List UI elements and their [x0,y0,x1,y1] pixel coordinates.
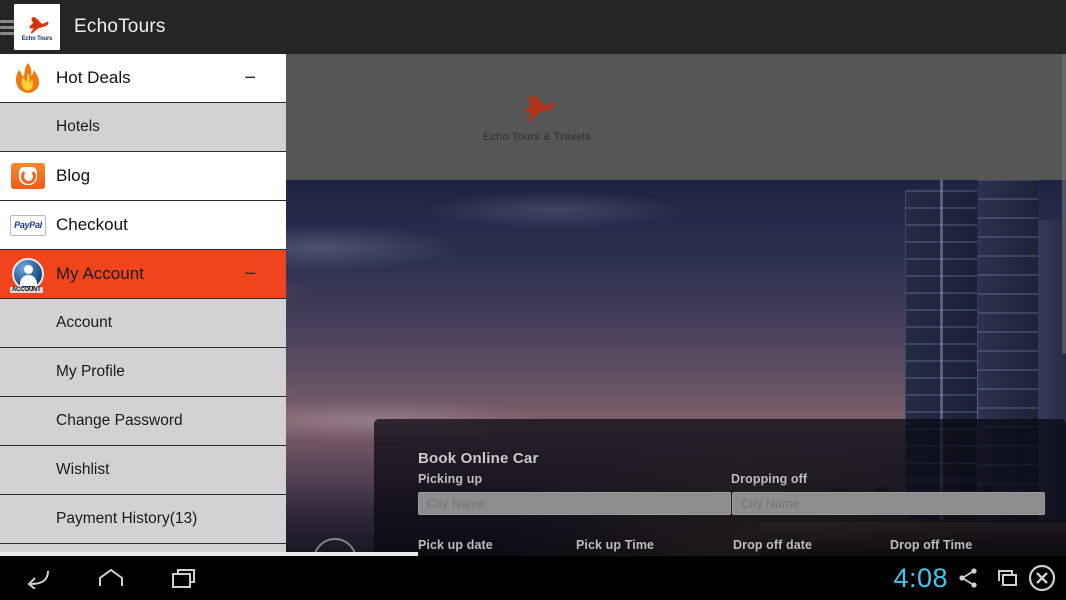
drawer-item-payment-history-13[interactable]: Payment History(13) [0,495,286,544]
pick-up-time-label: Pick up Time [576,538,655,552]
drawer-item-hotels[interactable]: Hotels [0,103,286,152]
collapse-minus-icon[interactable]: − [244,68,256,88]
back-arrow-icon[interactable] [22,567,52,589]
picking-up-label: Picking up [418,472,483,486]
echo-tours-bird-icon [29,16,49,33]
dropping-off-input[interactable] [732,492,1045,515]
status-clock: 4:08 [893,562,948,593]
drawer-item-label: Hotels [56,118,100,135]
drawer-item-wishlist[interactable]: Wishlist [0,446,286,495]
android-screen: Echo Tours EchoTours Echo Tours & Travel… [0,0,1066,600]
booking-form-title: Book Online Car [418,450,539,467]
page-load-progress [0,552,418,556]
drawer-item-change-password[interactable]: Change Password [0,397,286,446]
recent-apps-icon[interactable] [170,567,198,589]
dropping-off-label: Dropping off [731,472,808,486]
drawer-item-label: Hot Deals [56,68,131,87]
drawer-item-label: My Profile [56,363,125,380]
home-icon[interactable] [96,567,126,589]
screen-cast-icon[interactable] [994,566,1020,590]
account-badge-label: ACCOUNT [10,287,43,293]
hamburger-icon[interactable] [0,19,14,35]
drawer-item-label: Checkout [56,215,128,234]
drawer-item-label: Change Password [56,412,183,429]
collapse-minus-icon[interactable]: − [244,264,256,284]
site-name: Echo Tours & Travels [483,131,591,143]
drawer-item-label: Account [56,314,113,331]
blogger-icon [8,159,48,193]
drawer-item-account[interactable]: Account [0,299,286,348]
app-title: EchoTours [74,16,166,37]
system-navigation-bar: 4:08 [0,556,1066,600]
drawer-item-checkout[interactable]: PayPal Checkout [0,201,286,250]
app-title-bar: Echo Tours EchoTours [0,0,1066,54]
navigation-drawer: Hot Deals − Hotels Blog PayPal Checkout ACCOUN… [0,54,286,556]
drawer-item-my-profile[interactable]: My Profile [0,348,286,397]
drawer-item-label: My Account [56,264,144,283]
user-avatar-glyph [12,258,44,290]
flame-icon [8,61,48,95]
account-avatar-icon: ACCOUNT [8,257,48,293]
close-circle-icon[interactable] [1026,562,1058,594]
app-logo-label: Echo Tours [21,35,53,42]
paypal-wordmark: PayPal [10,214,46,236]
share-icon[interactable] [956,566,980,590]
drawer-item-hot-deals[interactable]: Hot Deals − [0,54,286,103]
drawer-item-label: Blog [56,166,91,185]
paypal-icon: PayPal [8,208,48,242]
blogger-glyph [11,163,45,189]
drawer-item-blog[interactable]: Blog [0,152,286,201]
site-logo[interactable]: Echo Tours & Travels [483,91,591,143]
site-bird-icon [525,95,555,122]
picking-up-input[interactable] [418,492,731,515]
drop-off-date-label: Drop off date [733,538,813,552]
app-logo: Echo Tours [14,4,60,50]
drawer-item-my-account[interactable]: ACCOUNT My Account − [0,250,286,299]
drawer-item-label: Wishlist [56,461,110,478]
pick-up-date-label: Pick up date [418,538,493,552]
drawer-item-label: Payment History(13) [56,510,198,527]
drawer-scrollbar[interactable] [1062,54,1066,556]
drop-off-time-label: Drop off Time [890,538,973,552]
booking-form-panel: Book Online Car Picking up Dropping off … [374,419,1066,556]
